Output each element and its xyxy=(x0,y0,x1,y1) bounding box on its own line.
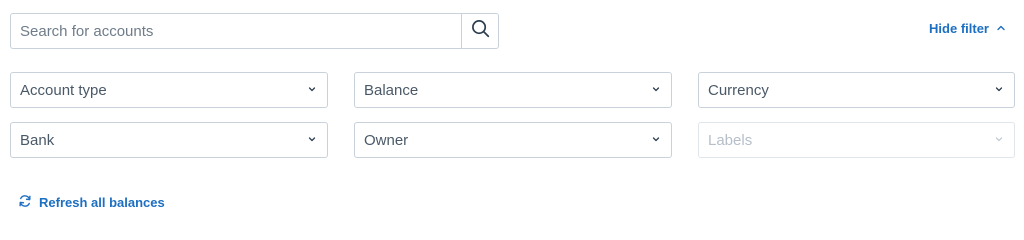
refresh-label: Refresh all balances xyxy=(39,194,165,210)
hide-filter-button[interactable]: Hide filter xyxy=(929,19,1006,37)
select-label: Balance xyxy=(364,81,419,99)
refresh-icon xyxy=(18,194,32,211)
select-label: Account type xyxy=(20,81,107,99)
account-filter-panel: Hide filter Account type Balance Currenc… xyxy=(0,0,1024,225)
account-type-select[interactable]: Account type xyxy=(10,72,328,108)
bank-select[interactable]: Bank xyxy=(10,122,328,158)
select-label: Bank xyxy=(20,131,55,149)
chevron-down-icon xyxy=(994,81,1004,99)
chevron-down-icon xyxy=(307,131,317,149)
balance-select[interactable]: Balance xyxy=(354,72,672,108)
chevron-down-icon xyxy=(994,131,1004,149)
select-label: Currency xyxy=(708,81,769,99)
chevron-down-icon xyxy=(651,131,661,149)
search-bar xyxy=(10,13,499,49)
currency-select[interactable]: Currency xyxy=(698,72,1015,108)
chevron-down-icon xyxy=(307,81,317,99)
select-label: Labels xyxy=(708,131,753,149)
search-icon xyxy=(471,19,490,43)
select-label: Owner xyxy=(364,131,409,149)
search-input[interactable] xyxy=(11,14,461,48)
chevron-down-icon xyxy=(651,81,661,99)
refresh-all-balances-link[interactable]: Refresh all balances xyxy=(18,194,165,210)
owner-select[interactable]: Owner xyxy=(354,122,672,158)
search-button[interactable] xyxy=(461,14,498,48)
labels-select: Labels xyxy=(698,122,1015,158)
chevron-up-icon xyxy=(996,21,1006,36)
hide-filter-label: Hide filter xyxy=(929,20,989,36)
